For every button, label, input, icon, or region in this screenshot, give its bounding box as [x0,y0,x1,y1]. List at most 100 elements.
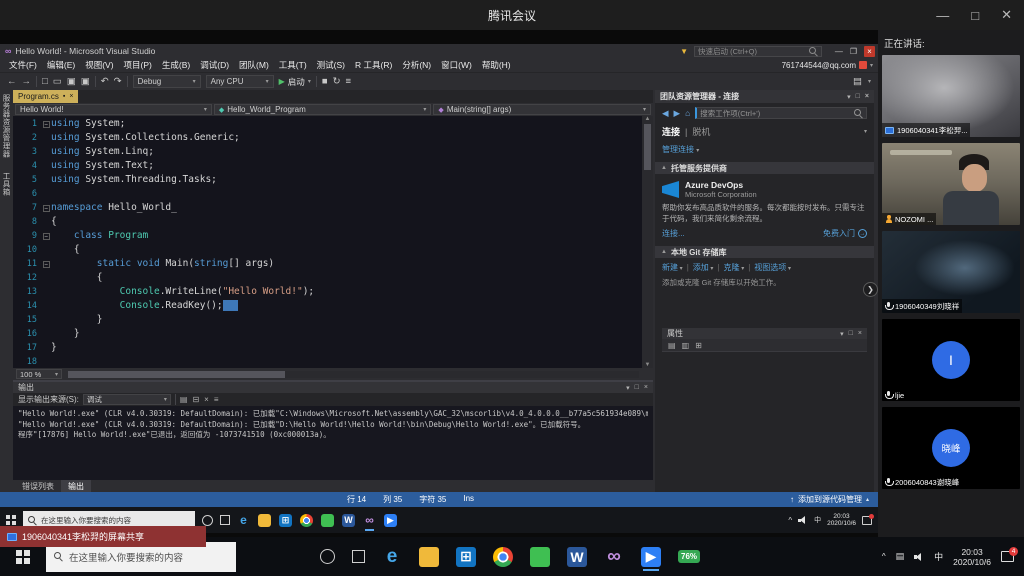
git-action-link[interactable]: 克隆 ▾ [724,262,745,273]
word-wrap-icon[interactable]: ≡ [214,395,219,404]
class-dropdown[interactable]: ◆ Hello_World_Program▾ [214,104,432,115]
scroll-up-icon[interactable]: ▲ [645,116,651,122]
add-to-source-control-button[interactable]: ↑ 添加到源代码管理 ▴ [790,494,869,505]
hscroll-thumb[interactable] [68,371,285,378]
menu-item[interactable]: 生成(B) [157,59,195,71]
navigate-back-icon[interactable]: ← [7,76,17,87]
shared-clock[interactable]: 20:03 2020/10/6 [827,513,856,528]
code-line[interactable]: 15 } [13,313,653,327]
notifications-flag-icon[interactable]: ▼ [680,47,688,56]
code-line[interactable]: 3using System.Linq; [13,145,653,159]
code-line[interactable]: 14 Console.ReadKey(); [13,299,653,313]
restart-icon[interactable]: ↻ [333,76,341,87]
microsoft-edge-icon[interactable]: e [382,547,402,567]
word-icon[interactable]: W [567,547,587,567]
tab-error-list[interactable]: 错误列表 [15,480,61,492]
editor-horizontal-scrollbar[interactable] [68,371,639,378]
menu-item[interactable]: 编辑(E) [42,59,80,71]
task-view-icon[interactable] [220,515,230,525]
debug-target-select[interactable]: Debug▾ [133,75,201,88]
show-output-icon[interactable]: ≡ [346,76,352,87]
new-file-icon[interactable]: □ [42,76,48,87]
menu-item[interactable]: 调试(D) [195,59,234,71]
notification-center-icon[interactable]: 4 [1001,551,1014,562]
cortana-icon[interactable] [202,515,213,526]
code-editor[interactable]: 1−using System;2using System.Collections… [13,116,653,368]
tab-server-explorer[interactable]: 服务器资源管理器 [1,94,12,158]
fold-marker-icon[interactable]: − [41,233,51,240]
manage-connections-link[interactable]: 管理连接 ▾ [662,145,699,154]
account-caret-icon[interactable]: ▾ [870,62,873,69]
volume-icon[interactable] [914,552,924,561]
file-explorer-icon[interactable] [419,547,439,567]
editor-vertical-scrollbar[interactable]: ▲ ▼ [642,116,653,368]
find-in-files-icon[interactable]: ▤ [853,76,862,87]
alphabetical-icon[interactable]: ▥ [682,341,690,350]
categorized-icon[interactable]: ▤ [668,341,676,350]
menu-item[interactable]: R 工具(R) [350,59,397,71]
code-line[interactable]: 5using System.Threading.Tasks; [13,173,653,187]
azure-connect-link[interactable]: 连接... [662,228,685,239]
code-line[interactable]: 13 Console.WriteLine("Hello World!"); [13,285,653,299]
tab-close-icon[interactable]: × [69,93,73,100]
project-dropdown[interactable]: Hello World!▾ [15,104,212,115]
te-forward-icon[interactable]: ▶ [674,108,681,119]
props-pin-icon[interactable]: □ [849,330,853,338]
code-line[interactable]: 9− class Program [13,229,653,243]
menu-item[interactable]: 工具(T) [274,59,312,71]
code-line[interactable]: 4using System.Text; [13,159,653,173]
menu-item[interactable]: 帮助(H) [477,59,516,71]
maximize-icon[interactable]: □ [971,8,979,23]
microsoft-store-icon[interactable]: ⊞ [456,547,476,567]
panel-collapse-arrow-icon[interactable]: ❯ [863,282,878,297]
te-back-icon[interactable]: ◀ [662,108,669,119]
touch-keyboard-icon[interactable]: ▤ [896,551,905,562]
break-all-icon[interactable]: ■ [322,76,328,87]
tray-expand-icon[interactable]: ^ [882,552,886,561]
task-view-icon[interactable] [352,550,365,563]
context-caret-icon[interactable]: ▾ [864,128,867,135]
zoom-select[interactable]: 100 %▾ [16,369,62,379]
menu-item[interactable]: 分析(N) [397,59,436,71]
property-pages-icon[interactable]: ⊞ [695,341,702,350]
code-line[interactable]: 10 { [13,243,653,257]
battery-indicator[interactable]: 76% [678,550,700,563]
visual-studio-icon[interactable]: ∞ [604,547,624,567]
toolbar-overflow-icon[interactable]: ▾ [868,78,871,85]
menu-item[interactable]: 团队(M) [234,59,274,71]
work-item-search-input[interactable]: 搜索工作项(Ctrl+') [695,107,867,119]
participant-tile[interactable]: 1906040349刘晓祥 [882,231,1020,313]
menu-item[interactable]: 视图(V) [80,59,118,71]
fold-marker-icon[interactable]: − [41,205,51,212]
platform-select[interactable]: Any CPU▾ [206,75,274,88]
participant-tile[interactable]: 1906040341李松羿... [882,55,1020,137]
google-chrome-icon[interactable] [300,514,313,527]
close-icon[interactable]: ✕ [1001,7,1012,23]
code-line[interactable]: 7−namespace Hello_World_ [13,201,653,215]
open-file-icon[interactable]: ▭ [53,76,62,87]
ime-indicator[interactable]: 中 [814,515,821,525]
save-icon[interactable]: ▣ [67,76,76,87]
find-message-icon[interactable]: ▤ [180,395,188,404]
te-pin-icon[interactable]: □ [856,93,860,101]
menu-item[interactable]: 项目(P) [119,59,157,71]
start-button-icon[interactable] [6,515,16,525]
navigate-forward-icon[interactable]: → [22,76,32,87]
participant-tile[interactable]: NOZOMI ... [882,143,1020,225]
connect-label[interactable]: 连接 [662,125,680,138]
local-git-section-header[interactable]: ▲ 本地 Git 存储库 [655,246,874,258]
save-all-icon[interactable]: ▣ [81,76,90,87]
code-line[interactable]: 17} [13,341,653,355]
code-line[interactable]: 16 } [13,327,653,341]
microsoft-edge-icon[interactable]: e [237,514,250,527]
volume-icon[interactable] [798,516,808,525]
cortana-icon[interactable] [320,549,335,564]
clock[interactable]: 20:03 2020/10/6 [953,547,991,567]
google-chrome-icon[interactable] [493,547,513,567]
git-action-link[interactable]: 新建 ▾ [662,262,683,273]
te-home-icon[interactable]: ⌂ [685,108,690,118]
shared-notification-icon[interactable] [862,516,872,525]
fold-marker-icon[interactable]: − [41,121,51,128]
code-line[interactable]: 8{ [13,215,653,229]
file-explorer-icon[interactable] [258,514,271,527]
